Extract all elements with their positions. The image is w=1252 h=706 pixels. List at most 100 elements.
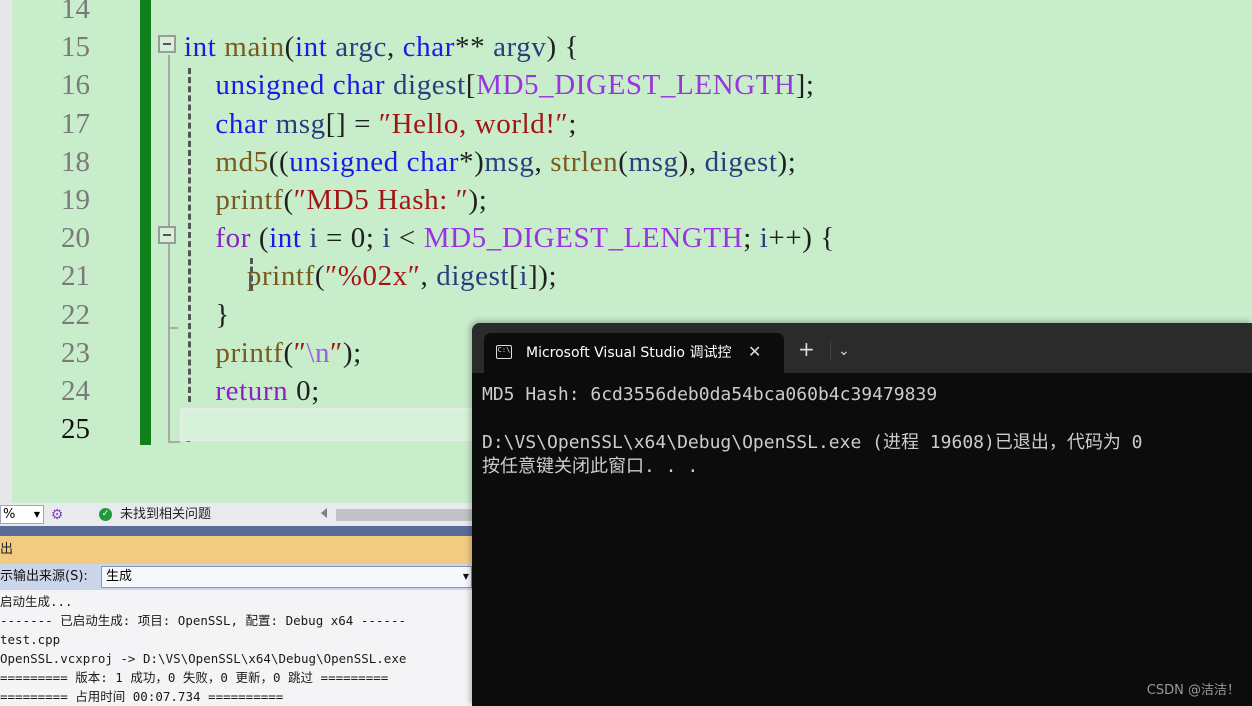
code-token: char [332, 69, 386, 102]
code-line[interactable]: md5((unsigned char*)msg, strlen(msg), di… [184, 143, 796, 181]
output-line: 启动生成... [0, 594, 73, 609]
code-token: MD5_DIGEST_LENGTH [476, 69, 796, 102]
code-token: ** [455, 31, 494, 64]
code-token: digest [704, 145, 778, 178]
tab-dropdown-button[interactable]: ⌄ [838, 341, 850, 361]
zoom-level-select[interactable]: % ▼ [0, 505, 44, 524]
output-source-select[interactable]: 生成 ▼ [101, 566, 472, 588]
output-line: ------- 已启动生成: 项目: OpenSSL, 配置: Debug x6… [0, 613, 407, 628]
code-token: digest [436, 260, 510, 293]
code-line[interactable]: unsigned char digest[MD5_DIGEST_LENGTH]; [184, 66, 815, 104]
code-token: msg [275, 107, 326, 140]
code-token: ]; [795, 69, 815, 102]
code-token: , [534, 145, 551, 178]
output-line: OpenSSL.vcxproj -> D:\VS\OpenSSL\x64\Deb… [0, 651, 407, 666]
outline-guide [168, 55, 170, 443]
output-panel: 出 示输出来源(S): 生成 ▼ 启动生成... ------- 已启动生成: 项… [0, 526, 472, 706]
current-line-highlight [180, 408, 480, 441]
code-token: digest [392, 69, 466, 102]
scroll-left-arrow[interactable] [321, 508, 327, 518]
code-token: i [309, 222, 319, 255]
code-token: ; [743, 222, 760, 255]
output-line: test.cpp [0, 632, 61, 647]
line-number: 20 [61, 222, 90, 255]
code-token: ( [283, 336, 294, 369]
code-token: i [382, 222, 392, 255]
code-line[interactable]: printf(″\n″); [184, 334, 362, 372]
code-token: ( [314, 260, 326, 293]
code-line[interactable]: int main(int argc, char** argv) { [184, 28, 579, 66]
change-tracking-bar [140, 0, 151, 445]
new-tab-button[interactable]: + [798, 339, 815, 359]
collapse-main-icon[interactable] [158, 35, 176, 53]
code-token: ); [342, 336, 362, 369]
code-token: ]); [528, 260, 558, 293]
code-token: int [294, 31, 328, 64]
code-token: int [184, 31, 217, 64]
code-token: ( [284, 31, 295, 64]
line-number: 24 [61, 375, 90, 407]
code-token: [ [509, 260, 520, 293]
code-token: main [224, 31, 285, 64]
console-line: MD5 Hash: 6cd3556deb0da54bca060b4c394798… [482, 384, 938, 405]
code-token: , [387, 31, 403, 64]
code-token: , [420, 260, 437, 293]
console-title-bar[interactable]: C:\ Microsoft Visual Studio 调试控制台 ✕ + ⌄ [472, 323, 1252, 373]
console-tab[interactable]: C:\ Microsoft Visual Studio 调试控制台 ✕ [484, 333, 784, 373]
debug-console-window[interactable]: C:\ Microsoft Visual Studio 调试控制台 ✕ + ⌄ … [472, 323, 1252, 706]
output-line: ========= 占用时间 00:07.734 ========== [0, 689, 284, 704]
code-token: ++) { [768, 222, 835, 255]
code-token: argc [335, 31, 387, 64]
code-token: ), [678, 145, 705, 178]
output-panel-title: 出 [0, 536, 472, 564]
indent-guide-inner [250, 258, 253, 290]
console-tab-title: Microsoft Visual Studio 调试控制台 [526, 345, 731, 361]
watermark: CSDN @洁洁！ [1146, 683, 1240, 698]
code-token: return [215, 375, 289, 407]
line-number: 21 [61, 260, 90, 293]
code-line[interactable]: char msg[] = ″Hello, world!″; [184, 105, 577, 143]
code-token: ″Hello, world!″ [378, 107, 569, 140]
code-token: for [215, 222, 252, 255]
line-number: 22 [61, 298, 90, 331]
code-token: strlen [550, 145, 619, 178]
output-source-value: 生成 [106, 569, 133, 584]
code-token: ( [283, 184, 294, 216]
code-token: ) { [546, 31, 580, 64]
intellicode-icon[interactable]: ⚙ [48, 506, 66, 524]
issues-status[interactable]: 未找到相关问题 [120, 506, 211, 524]
outline-guide-for-end [168, 327, 178, 329]
code-token: MD5_DIGEST_LENGTH [423, 222, 744, 255]
code-line[interactable]: for (int i = 0; i < MD5_DIGEST_LENGTH; i… [184, 219, 835, 257]
line-number: 23 [61, 336, 90, 369]
editor-status-bar: % ▼ ⚙ ✓ 未找到相关问题 [0, 503, 476, 526]
code-token: = 0; [318, 222, 383, 255]
code-line[interactable]: printf(″MD5 Hash: ″); [184, 181, 487, 219]
code-token: printf [215, 184, 284, 216]
code-token: ″ [330, 336, 343, 369]
outline-guide-end [168, 441, 180, 443]
titlebar-divider [830, 341, 831, 361]
panel-splitter[interactable] [0, 526, 472, 536]
code-line[interactable]: return 0; [184, 372, 320, 410]
code-token: 0; [288, 375, 320, 407]
console-output[interactable]: MD5 Hash: 6cd3556deb0da54bca060b4c394798… [482, 383, 1143, 479]
code-token: (( [268, 145, 290, 178]
close-tab-icon[interactable]: ✕ [748, 342, 761, 361]
console-line: D:\VS\OpenSSL\x64\Debug\OpenSSL.exe (进程 … [482, 432, 1143, 453]
output-text[interactable]: 启动生成... ------- 已启动生成: 项目: OpenSSL, 配置: D… [0, 592, 472, 706]
code-line[interactable]: printf(″%02x″, digest[i]); [184, 257, 557, 295]
code-token: ( [618, 145, 629, 178]
line-number: 18 [61, 145, 90, 178]
chevron-down-icon: ▼ [33, 510, 40, 519]
code-token: ″ [293, 336, 307, 369]
code-token: argv [493, 31, 547, 64]
code-token: [] = [325, 107, 379, 140]
collapse-for-icon[interactable] [158, 226, 176, 244]
horizontal-scrollbar[interactable] [336, 509, 476, 521]
